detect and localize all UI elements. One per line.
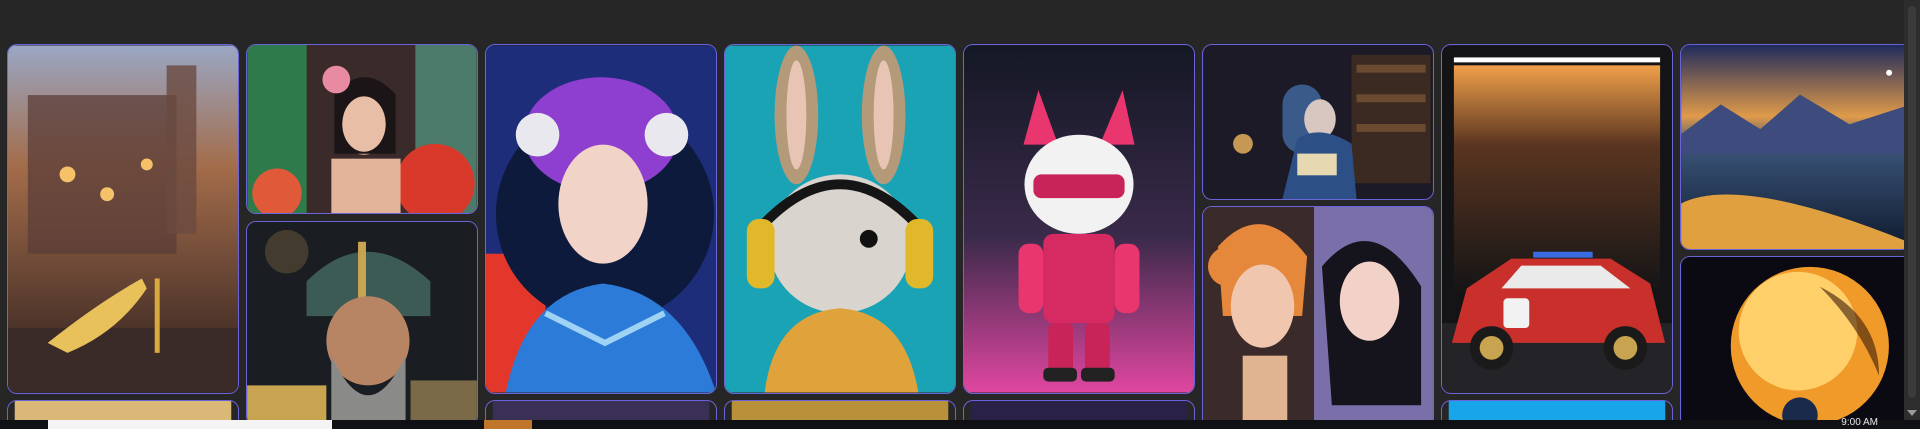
glowing-planet-girl-image: [1681, 257, 1911, 420]
partial-image: [970, 401, 1188, 420]
taskbar: 9:00 AM: [0, 417, 1920, 429]
gallery-tile[interactable]: [1680, 256, 1912, 420]
purple-hair-astronaut-girl-image: [486, 45, 716, 393]
partial-image: [492, 401, 710, 420]
floral-woman-art-deco-image: [247, 45, 477, 213]
armored-warrior-image: [247, 222, 477, 420]
two-women-portrait-image: [1203, 207, 1433, 420]
elf-reading-library-image: [1203, 45, 1433, 199]
gallery-tile[interactable]: [1441, 400, 1673, 420]
gallery-tile[interactable]: [485, 44, 717, 394]
partial-image: [1448, 401, 1666, 420]
gallery-tile[interactable]: [1441, 44, 1673, 394]
scrollbar-thumb[interactable]: [1908, 6, 1916, 398]
partial-image: [731, 401, 949, 420]
gallery-tile[interactable]: [1202, 206, 1434, 420]
gallery-tile[interactable]: [963, 44, 1195, 394]
gallery-tile[interactable]: [7, 44, 239, 394]
gallery-tile[interactable]: [485, 400, 717, 420]
gallery-tile[interactable]: [1202, 44, 1434, 200]
scroll-down-arrow-icon[interactable]: [1907, 410, 1917, 416]
mountain-sunset-landscape-image: [1681, 45, 1911, 249]
gallery-tile[interactable]: [246, 221, 478, 420]
rabbit-headphones-image: [725, 45, 955, 393]
gallery-tile[interactable]: [7, 400, 239, 420]
image-gallery: [0, 0, 1920, 420]
taskbar-clock[interactable]: 9:00 AM: [1841, 417, 1878, 429]
police-race-car-garage-image: [1442, 45, 1672, 393]
gallery-tile[interactable]: [724, 44, 956, 394]
taskbar-app-browser[interactable]: [48, 420, 332, 429]
gallery-tile[interactable]: [724, 400, 956, 420]
taskbar-app-icon[interactable]: [484, 420, 532, 429]
gallery-tile[interactable]: [1680, 44, 1912, 250]
vertical-scrollbar[interactable]: [1904, 0, 1920, 420]
pink-robot-toy-image: [964, 45, 1194, 393]
gold-stiletto-castle-image: [8, 45, 238, 393]
gallery-tile[interactable]: [246, 44, 478, 214]
partial-image: [14, 401, 232, 420]
gallery-tile[interactable]: [963, 400, 1195, 420]
